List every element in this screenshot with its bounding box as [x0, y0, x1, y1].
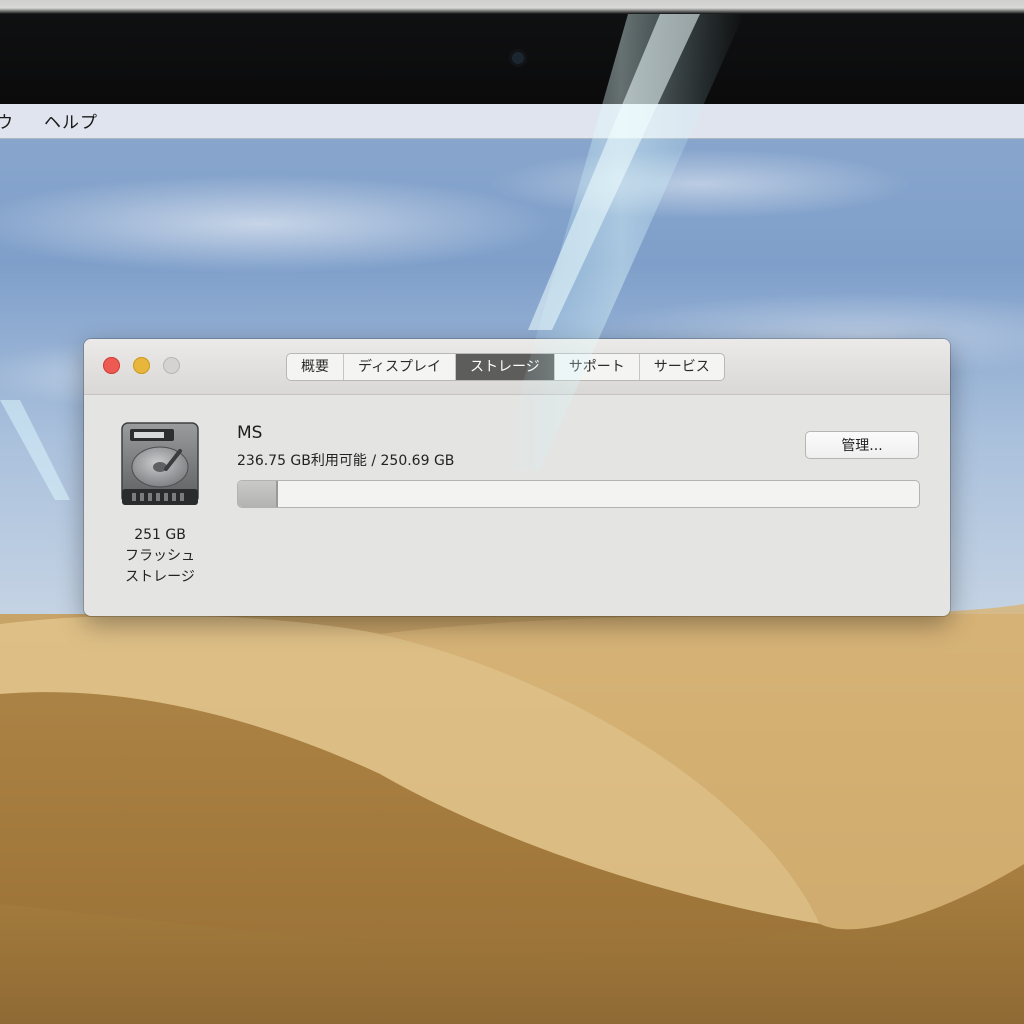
drive-name: MS — [237, 423, 263, 443]
close-button[interactable] — [103, 357, 120, 374]
display-bezel — [0, 0, 1024, 104]
tab-storage[interactable]: ストレージ — [455, 354, 554, 380]
tab-overview[interactable]: 概要 — [287, 354, 343, 380]
tab-displays[interactable]: ディスプレイ — [343, 354, 455, 380]
camera-icon — [512, 52, 524, 64]
capacity-text: 236.75 GB利用可能 / 250.69 GB — [237, 453, 455, 469]
menu-window[interactable]: ウ — [0, 108, 14, 133]
disk-type-label: フラッシュ ストレージ — [84, 546, 236, 588]
tab-service[interactable]: サービス — [638, 354, 724, 380]
tab-bar: 概要 ディスプレイ ストレージ サポート サービス — [286, 353, 725, 381]
disk-type-line2: ストレージ — [125, 569, 195, 585]
disk-type-line1: フラッシュ — [125, 548, 195, 564]
about-this-mac-window: 概要 ディスプレイ ストレージ サポート サービス 251 GB フラッシュ ス… — [84, 339, 950, 616]
menu-help[interactable]: ヘルプ — [44, 108, 98, 133]
manage-button[interactable]: 管理... — [805, 431, 919, 459]
hard-drive-icon — [121, 422, 199, 505]
disk-size-label: 251 GB — [134, 527, 186, 543]
zoom-button — [163, 357, 180, 374]
title-bar: 概要 ディスプレイ ストレージ サポート サービス — [84, 339, 950, 395]
storage-usage-bar — [237, 480, 920, 508]
dune-shape — [0, 604, 1024, 953]
storage-used-segment — [238, 481, 279, 507]
minimize-button[interactable] — [133, 357, 150, 374]
tab-support[interactable]: サポート — [553, 354, 639, 380]
menu-bar: ウ ヘルプ — [0, 104, 1024, 139]
storage-panel: 251 GB フラッシュ ストレージ MS 236.75 GB利用可能 / 25… — [84, 395, 950, 616]
